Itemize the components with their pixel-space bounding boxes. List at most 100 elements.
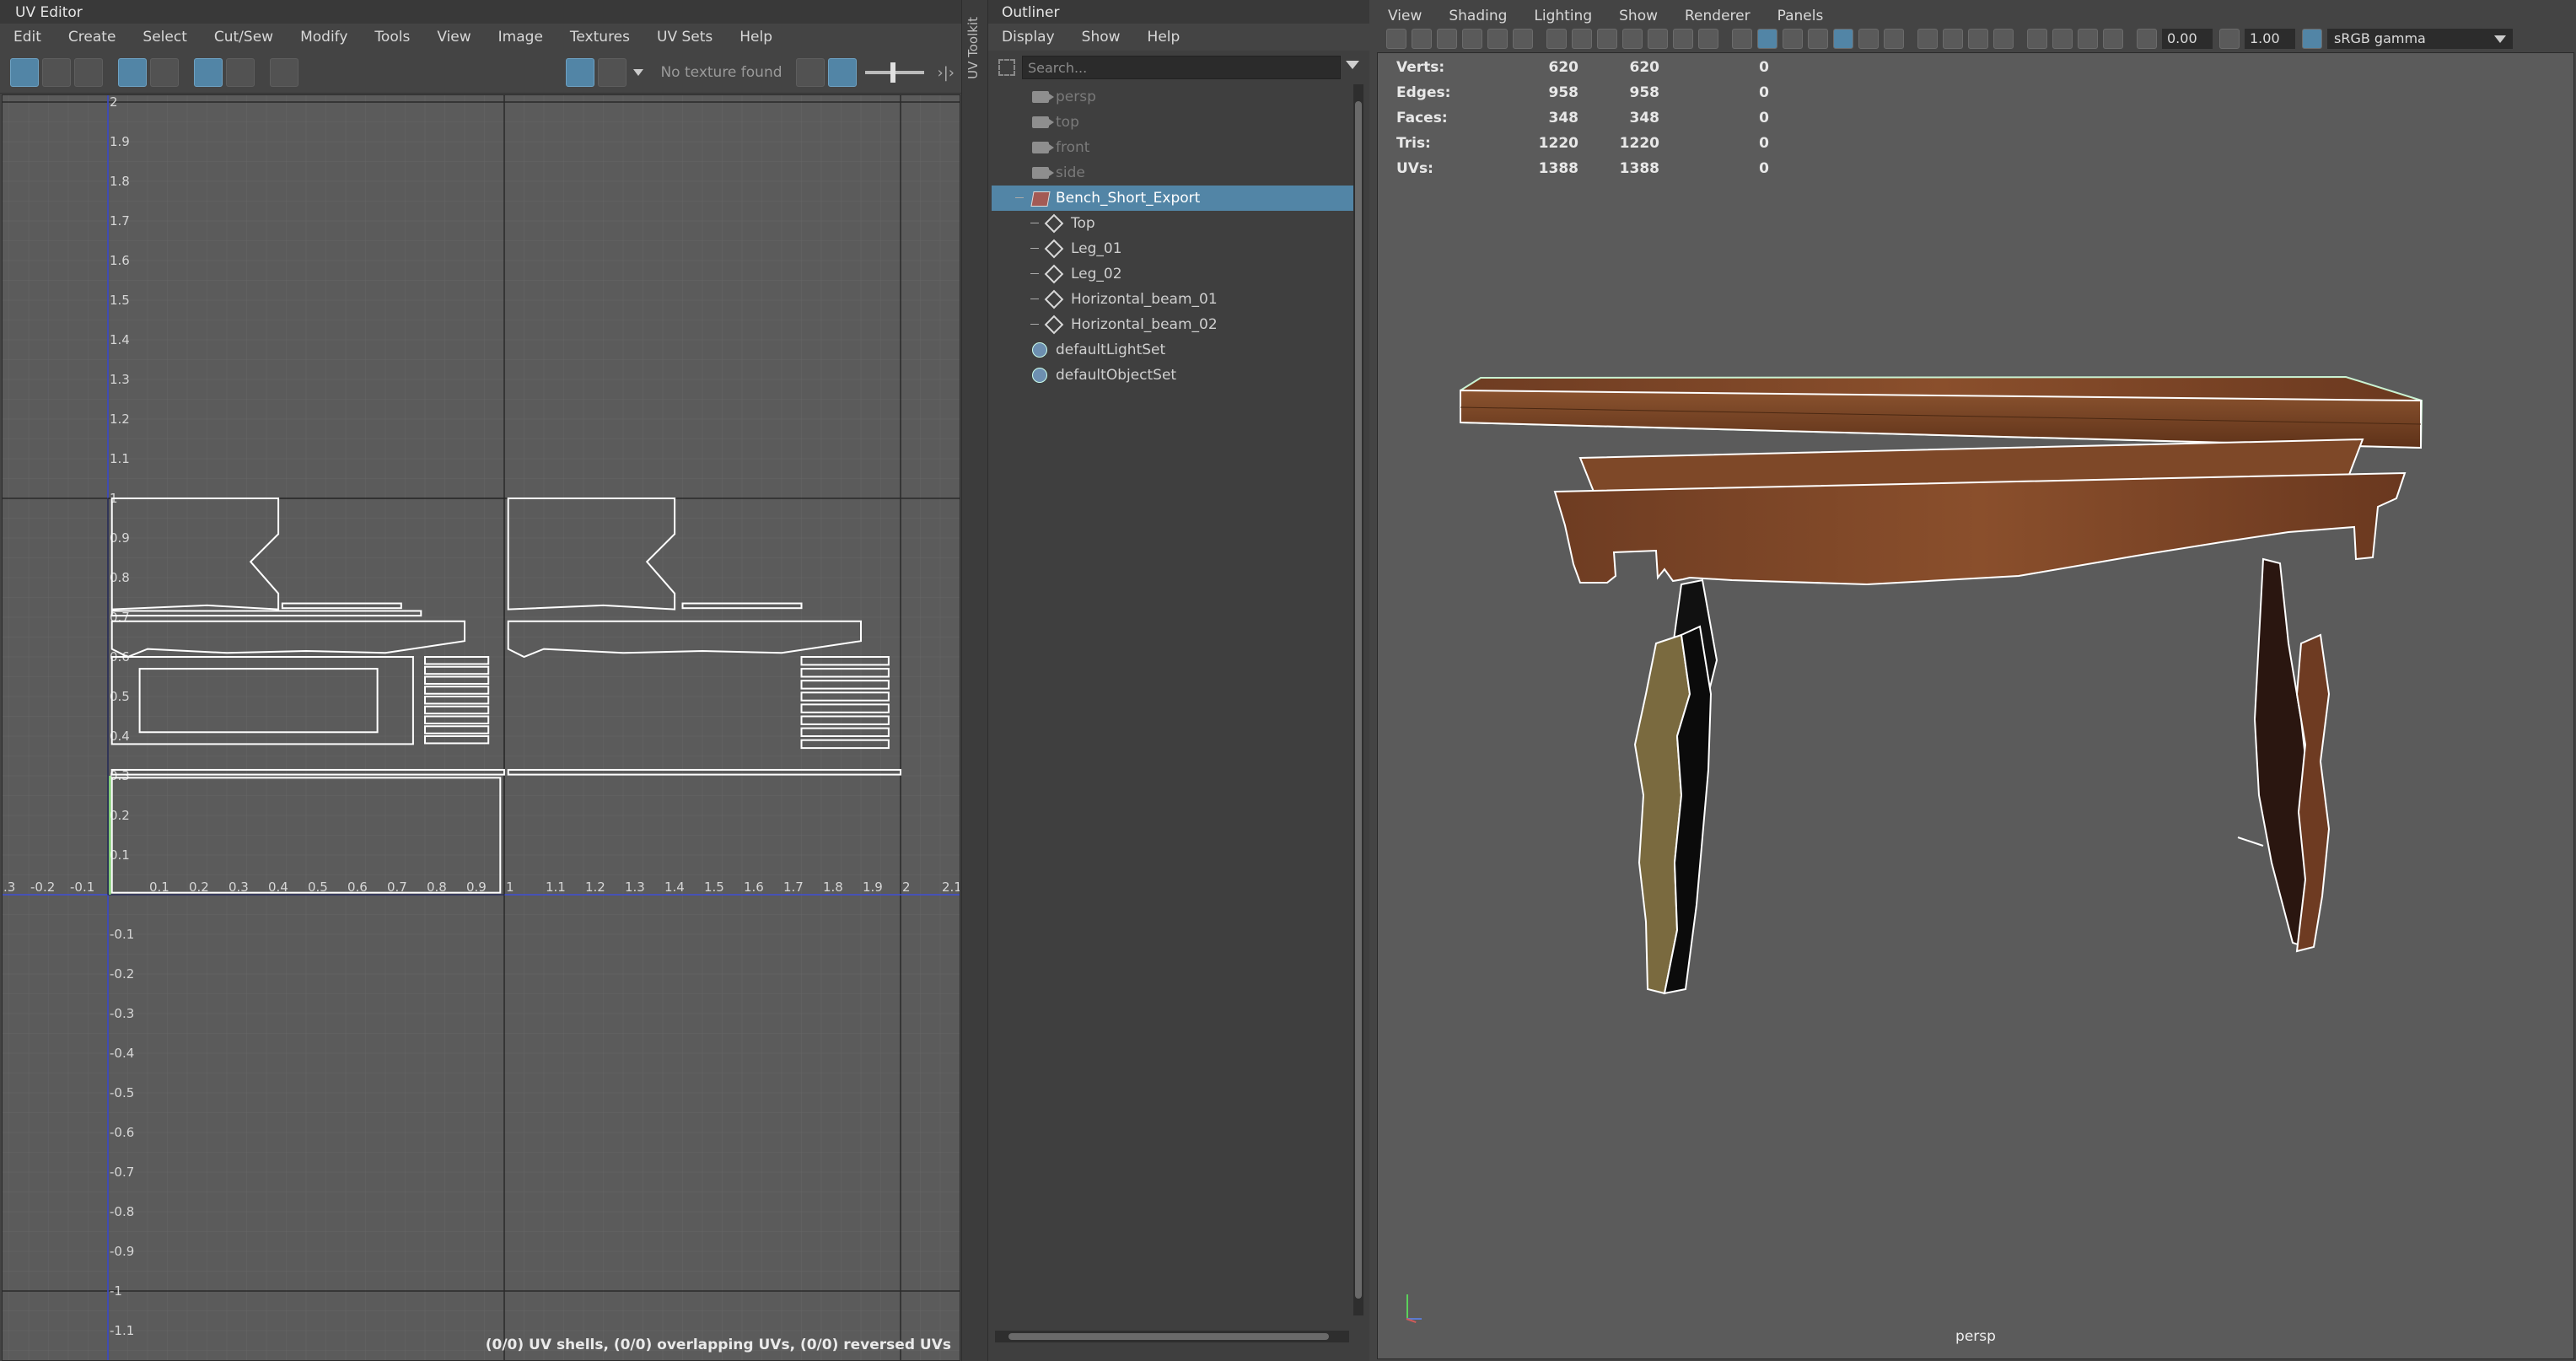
outliner-item-top[interactable]: Top <box>992 211 1354 236</box>
uv-snapshot-icon[interactable] <box>270 58 298 87</box>
uv-image-display-icon[interactable] <box>566 58 595 87</box>
uv-shell[interactable] <box>800 727 890 737</box>
exposure-field[interactable]: 0.00 <box>2162 29 2213 49</box>
leg-02-mesh[interactable] <box>2237 557 2331 953</box>
uv-edge-icon[interactable] <box>74 58 103 87</box>
uv-shell[interactable] <box>507 498 676 611</box>
camera-attributes-icon[interactable] <box>1412 29 1432 49</box>
grid-icon[interactable] <box>1546 29 1567 49</box>
color-space-dropdown-arrow-icon[interactable] <box>2494 35 2506 43</box>
resolution-gate-icon[interactable] <box>1597 29 1617 49</box>
uv-shell[interactable] <box>110 768 505 776</box>
uv-shell[interactable] <box>800 715 890 725</box>
uv-menu-create[interactable]: Create <box>55 29 130 46</box>
uv-shell[interactable] <box>507 768 901 776</box>
bookmark-icon[interactable] <box>1437 29 1457 49</box>
xray-joints-icon[interactable] <box>2078 29 2098 49</box>
use-default-material-icon[interactable] <box>1783 29 1803 49</box>
uv-dim-icon[interactable] <box>827 58 857 87</box>
uv-shell[interactable] <box>424 735 490 745</box>
uv-shell[interactable] <box>424 656 490 665</box>
uv-frame-icon[interactable] <box>150 58 179 87</box>
uv-shell[interactable] <box>110 498 280 611</box>
motion-blur-icon[interactable] <box>1943 29 1963 49</box>
uv-shell[interactable] <box>507 620 862 659</box>
exposure-icon[interactable] <box>2137 29 2157 49</box>
gate-mask-icon[interactable] <box>1622 29 1643 49</box>
gamma-icon[interactable] <box>2219 29 2240 49</box>
uv-menu-help[interactable]: Help <box>726 29 786 46</box>
uv-shell[interactable] <box>424 665 490 675</box>
uv-menu-uv-sets[interactable]: UV Sets <box>643 29 726 46</box>
outliner-item-leg-01[interactable]: Leg_01 <box>992 236 1354 261</box>
depth-of-field-icon[interactable] <box>1993 29 2014 49</box>
uv-menu-cut-sew[interactable]: Cut/Sew <box>201 29 287 46</box>
outliner-item-leg-02[interactable]: Leg_02 <box>992 261 1354 287</box>
uv-shell[interactable] <box>110 656 414 745</box>
uv-exposure-icon[interactable] <box>795 58 825 87</box>
uv-pivot-icon[interactable] <box>226 58 255 87</box>
screen-space-ao-icon[interactable] <box>1917 29 1938 49</box>
uv-expand-icon[interactable]: ›|› <box>938 64 955 82</box>
uv-grid-icon[interactable] <box>118 58 147 87</box>
uv-menu-edit[interactable]: Edit <box>0 29 55 46</box>
expand-icon[interactable] <box>1015 197 1024 198</box>
uv-select-icon[interactable] <box>10 58 39 87</box>
color-management-icon[interactable] <box>2302 29 2322 49</box>
xray-icon[interactable] <box>2052 29 2073 49</box>
uv-toolkit-strip[interactable]: UV Toolkit <box>961 0 988 1361</box>
outliner-vertical-scrollbar[interactable] <box>1353 84 1363 1315</box>
anti-aliasing-icon[interactable] <box>1968 29 1988 49</box>
uv-shell[interactable] <box>424 725 490 734</box>
uv-shell[interactable] <box>424 696 490 705</box>
select-camera-icon[interactable] <box>1386 29 1406 49</box>
3d-viewport[interactable]: Verts: 620 620 0 Edges: 958 958 0 Faces: 348 348 0 T… <box>1377 52 2574 1359</box>
shadows-icon[interactable] <box>1884 29 1904 49</box>
viewport-menu-shading[interactable]: Shading <box>1435 8 1520 24</box>
outliner-filter-icon[interactable] <box>998 59 1015 76</box>
uv-menu-image[interactable]: Image <box>485 29 557 46</box>
wireframe-on-shaded-icon[interactable] <box>1808 29 1828 49</box>
expand-icon[interactable] <box>1030 273 1039 274</box>
viewport-menu-lighting[interactable]: Lighting <box>1520 8 1605 24</box>
outliner-item-bench-short-export[interactable]: Bench_Short_Export <box>992 186 1354 211</box>
outliner-item-horizontal-beam-02[interactable]: Horizontal_beam_02 <box>992 312 1354 337</box>
outliner-search-input[interactable]: Search... <box>1022 56 1341 79</box>
outliner-menu-help[interactable]: Help <box>1134 29 1194 46</box>
outliner-menu-show[interactable]: Show <box>1068 29 1134 46</box>
gamma-field[interactable]: 1.00 <box>2245 29 2295 49</box>
uv-shell[interactable] <box>800 703 890 713</box>
viewport-menu-panels[interactable]: Panels <box>1764 8 1837 24</box>
outliner-item-defaultobjectset[interactable]: defaultObjectSet <box>992 363 1354 388</box>
outliner-item-top[interactable]: top <box>992 110 1354 135</box>
uv-shell[interactable] <box>424 686 490 695</box>
uv-menu-textures[interactable]: Textures <box>557 29 643 46</box>
uv-shell[interactable] <box>110 620 465 659</box>
uv-dropdown-icon[interactable] <box>633 69 644 76</box>
uv-snap-icon[interactable] <box>194 58 223 87</box>
uv-shell[interactable] <box>424 715 490 724</box>
uv-menu-modify[interactable]: Modify <box>287 29 361 46</box>
outliner-horizontal-scrollbar[interactable] <box>995 1331 1349 1342</box>
uv-shell[interactable] <box>138 668 379 734</box>
2d-pan-zoom-icon[interactable] <box>1487 29 1508 49</box>
safe-action-icon[interactable] <box>1673 29 1693 49</box>
textured-icon[interactable] <box>1833 29 1853 49</box>
uv-shell[interactable] <box>800 739 890 750</box>
field-chart-icon[interactable] <box>1648 29 1668 49</box>
uv-shell-icon[interactable] <box>42 58 71 87</box>
leg-01-mesh[interactable] <box>1633 578 1718 995</box>
uv-shell[interactable] <box>800 680 890 690</box>
uv-menu-tools[interactable]: Tools <box>361 29 423 46</box>
outliner-item-side[interactable]: side <box>992 160 1354 186</box>
film-gate-icon[interactable] <box>1572 29 1592 49</box>
uv-menu-select[interactable]: Select <box>129 29 200 46</box>
uv-shell[interactable] <box>281 602 402 610</box>
search-options-icon[interactable] <box>1346 61 1359 69</box>
uv-menu-view[interactable]: View <box>423 29 484 46</box>
uv-shell[interactable] <box>800 656 890 666</box>
color-space-dropdown[interactable]: sRGB gamma <box>2327 29 2513 49</box>
viewport-menu-view[interactable]: View <box>1374 8 1435 24</box>
use-all-lights-icon[interactable] <box>1858 29 1879 49</box>
uv-shell[interactable] <box>800 668 890 678</box>
